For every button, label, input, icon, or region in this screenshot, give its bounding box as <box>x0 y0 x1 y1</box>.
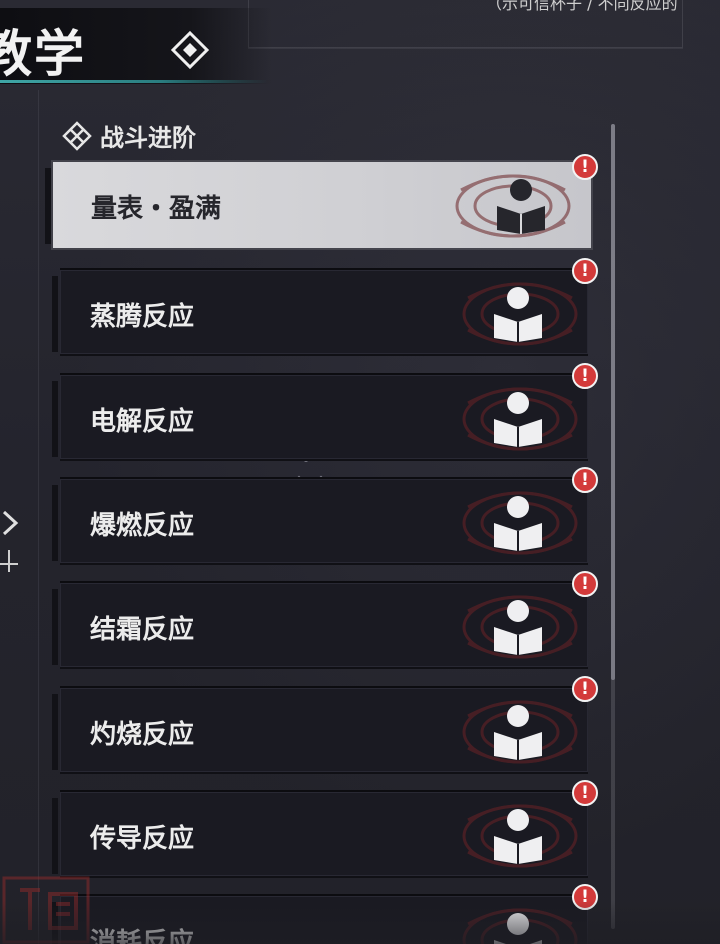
tutorial-book-person-icon <box>494 600 542 655</box>
top-right-text: （示可信杯子 / 不同反应的 <box>486 0 678 13</box>
list-item[interactable]: 传导反应 <box>52 790 588 878</box>
stamp-icon <box>2 876 90 944</box>
list-item-label: 量表・盈满 <box>91 194 222 224</box>
list-item-label: 结霜反应 <box>90 615 195 645</box>
tutorial-book-person-icon <box>494 913 542 944</box>
list-item[interactable]: 结霜反应 <box>52 581 588 669</box>
section-title: 战斗进阶 <box>100 123 196 152</box>
alert-icon: ! <box>572 467 598 493</box>
page-title: 教学 <box>0 24 86 83</box>
list-item-label: 蒸腾反应 <box>90 302 195 332</box>
tutorial-book-person-icon <box>494 287 542 342</box>
list-item[interactable]: 蒸腾反应 <box>52 268 588 356</box>
tutorial-book-person-icon <box>497 179 545 234</box>
tutorial-book-person-icon <box>494 809 542 864</box>
bg-rule-top <box>248 48 683 49</box>
list-item[interactable]: 灼烧反应 <box>52 686 588 774</box>
list-item-label: 爆燃反应 <box>90 511 195 541</box>
tutorial-book-person-icon <box>494 392 542 447</box>
scrollbar-thumb[interactable] <box>611 124 615 680</box>
tutorial-book-person-icon <box>494 705 542 760</box>
chevron-right-icon[interactable] <box>0 508 20 538</box>
alert-icon: ! <box>572 884 598 910</box>
list-item-label: 传导反应 <box>90 824 195 854</box>
alert-icon: ! <box>572 780 598 806</box>
alert-icon: ! <box>572 363 598 389</box>
list-item[interactable]: 消耗反应 <box>52 894 588 944</box>
cross-mark-icon <box>0 550 18 572</box>
bg-rule-left <box>38 90 39 944</box>
crossed-diamond-icon <box>62 120 92 151</box>
alert-icon: ! <box>572 571 598 597</box>
diamond-icon <box>170 30 210 70</box>
alert-icon: ! <box>572 154 598 180</box>
list-item[interactable]: 量表・盈满 <box>45 162 591 248</box>
list-item-label: 灼烧反应 <box>90 720 195 750</box>
section-header: 战斗进阶 <box>62 118 196 153</box>
alert-icon: ! <box>572 258 598 284</box>
list-item[interactable]: 电解反应 <box>52 373 588 461</box>
list-item-label: 电解反应 <box>90 407 195 437</box>
alert-icon: ! <box>572 676 598 702</box>
list-item[interactable]: 爆燃反应 <box>52 477 588 565</box>
list-item-label: 消耗反应 <box>90 928 195 944</box>
tutorial-book-person-icon <box>494 496 542 551</box>
